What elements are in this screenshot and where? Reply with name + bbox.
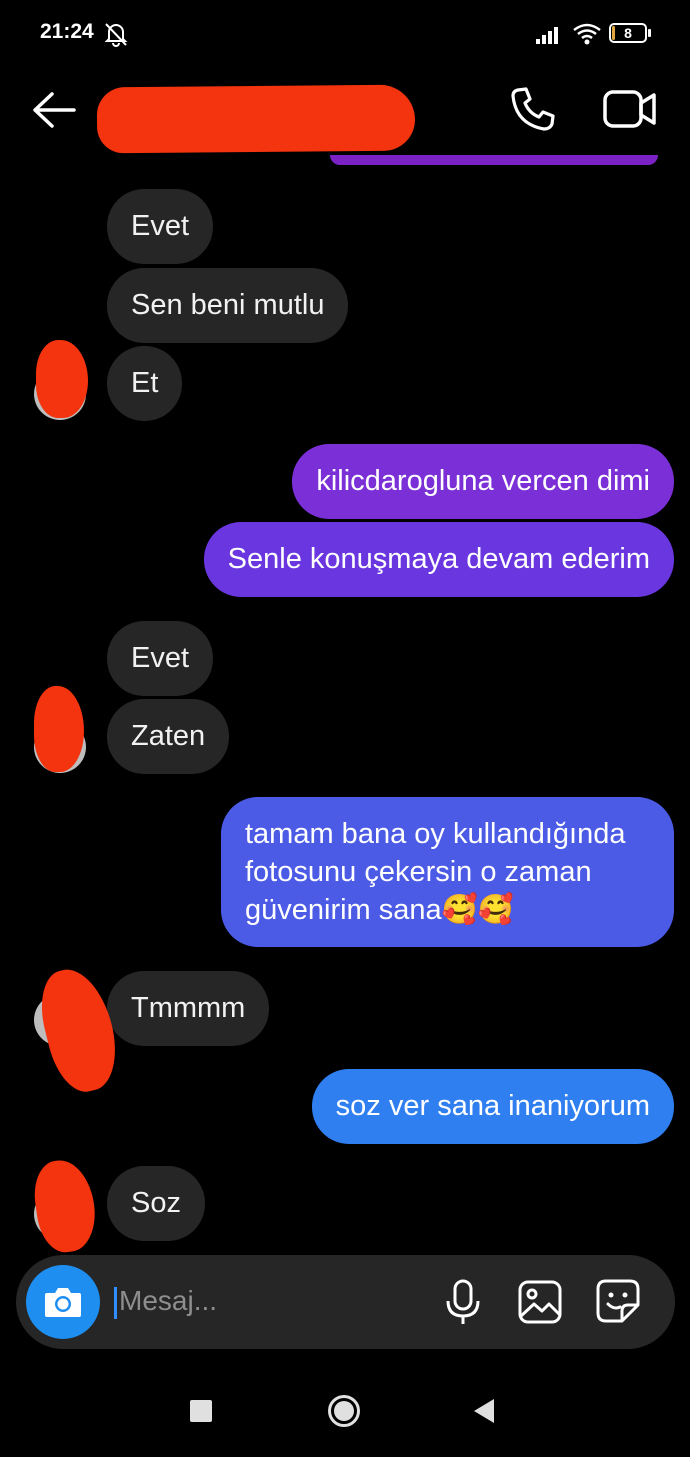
text-cursor <box>114 1286 117 1319</box>
message-incoming[interactable]: Soz <box>107 1166 205 1241</box>
camera-icon <box>45 1288 81 1317</box>
message-incoming[interactable]: Evet <box>107 621 214 696</box>
back-triangle-icon[interactable] <box>470 1396 498 1426</box>
recents-square-icon[interactable] <box>190 1400 212 1422</box>
bell-off-icon <box>104 23 128 47</box>
signal-icon <box>536 27 558 44</box>
contact-name-redaction[interactable] <box>96 84 416 154</box>
message-outgoing[interactable]: soz ver sana inaniyorum <box>311 1069 674 1144</box>
previous-message-edge <box>330 155 658 165</box>
message-input[interactable]: Mesaj... <box>114 1279 414 1323</box>
message-outgoing[interactable]: tamam bana oy kullandığında fotosunu çek… <box>221 797 674 947</box>
avatar-redaction <box>31 961 127 1099</box>
message-incoming[interactable]: Et <box>107 346 183 421</box>
status-time: 21:24 <box>40 20 94 43</box>
camera-button[interactable] <box>26 1265 100 1339</box>
gallery-icon[interactable] <box>516 1278 564 1326</box>
message-composer: Mesaj... <box>16 1255 675 1349</box>
wifi-icon <box>573 23 601 45</box>
phone-icon[interactable] <box>508 84 558 134</box>
avatar-redaction <box>29 1156 101 1256</box>
message-outgoing[interactable]: Senle konuşmaya devam ederim <box>203 522 674 597</box>
system-nav-bar <box>0 1380 690 1457</box>
video-icon[interactable] <box>602 84 658 134</box>
sticker-icon[interactable] <box>594 1277 642 1325</box>
back-arrow-icon[interactable] <box>30 90 78 130</box>
message-incoming[interactable]: Zaten <box>107 699 230 774</box>
message-incoming[interactable]: Evet <box>107 189 214 264</box>
message-outgoing[interactable]: kilicdarogluna vercen dimi <box>292 444 674 519</box>
avatar-redaction <box>34 686 84 772</box>
avatar-redaction <box>36 340 88 418</box>
message-placeholder: Mesaj... <box>119 1285 218 1316</box>
battery-icon: 8 <box>609 23 653 45</box>
message-incoming[interactable]: Tmmmm <box>107 971 270 1046</box>
status-bar: 21:24 8 <box>0 0 690 66</box>
message-incoming[interactable]: Sen beni mutlu <box>107 268 349 343</box>
home-circle-icon[interactable] <box>327 1394 361 1428</box>
microphone-icon[interactable] <box>443 1278 483 1326</box>
battery-level: 8 <box>624 25 632 41</box>
chat-header <box>0 66 690 166</box>
